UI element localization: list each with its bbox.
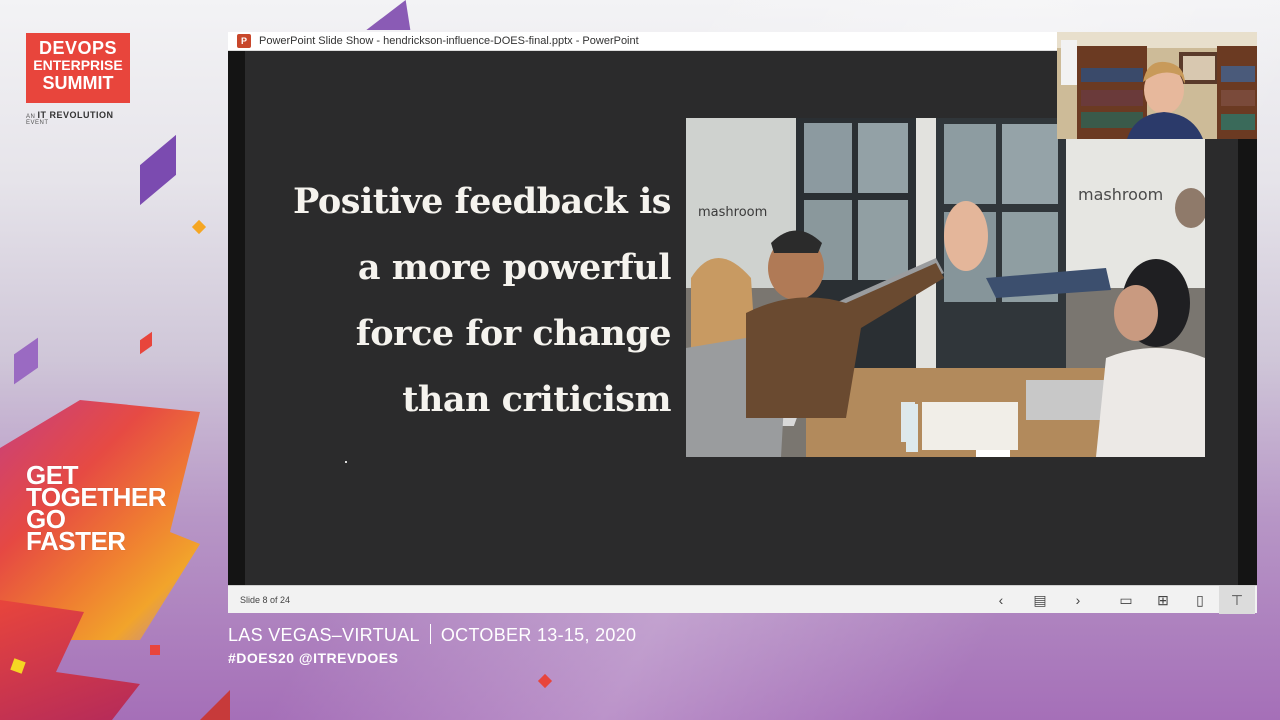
- divider: [429, 624, 431, 644]
- photo-sign-left: mashroom: [698, 205, 767, 220]
- speaker-webcam-feed: [1057, 32, 1257, 139]
- event-tagline: GET TOGETHER GO FASTER: [26, 462, 196, 556]
- event-hashtags: #DOES20 @ITREVDOES: [228, 650, 399, 666]
- quote-line: a more powerful: [357, 247, 672, 288]
- window-title: PowerPoint Slide Show - hendrickson-infl…: [259, 35, 639, 47]
- slide-counter: Slide 8 of 24: [240, 594, 291, 605]
- normal-view-button[interactable]: ▭: [1108, 586, 1144, 614]
- tagline-line: FASTER: [26, 526, 126, 556]
- reading-view-button[interactable]: ▯: [1182, 586, 1218, 614]
- devops-enterprise-summit-logo: DEVOPS ENTERPRISE SUMMIT: [26, 33, 130, 103]
- logo-line-2: ENTERPRISE: [33, 57, 123, 73]
- decorative-shard: [200, 690, 230, 720]
- next-slide-button[interactable]: ›: [1060, 586, 1096, 614]
- decorative-shard: [191, 219, 207, 235]
- chevron-right-icon: ›: [1075, 592, 1081, 608]
- mouse-cursor-dot: [345, 461, 347, 463]
- previous-slide-button[interactable]: ‹: [983, 586, 1019, 614]
- decorative-shard: [537, 673, 553, 689]
- chevron-left-icon: ‹: [998, 592, 1004, 608]
- slide-show-status-bar: Slide 8 of 24 ‹ ▤ › ▭ ⊞ ▯ ⊤: [228, 585, 1257, 614]
- photo-sign-right: mashroom: [1078, 185, 1163, 204]
- decorative-shard: [140, 331, 152, 355]
- quote-line: force for change: [355, 313, 672, 354]
- decorative-shard: [150, 645, 160, 655]
- decorative-shard: [14, 337, 38, 385]
- slide-photo-high-five: mashroom mashroom: [686, 118, 1205, 457]
- slide-quote: Positive feedback is a more powerful for…: [275, 169, 671, 433]
- logo-subline: AN IT REVOLUTION EVENT: [26, 110, 136, 126]
- high-five-photo-illustration: mashroom mashroom: [686, 118, 1205, 457]
- logo-sub-suffix: EVENT: [26, 120, 49, 126]
- slide-show-view-button[interactable]: ⊤: [1219, 586, 1255, 614]
- normal-view-icon: ▭: [1119, 591, 1133, 608]
- event-location: LAS VEGAS–VIRTUAL: [228, 625, 420, 645]
- projector-icon: ⊤: [1230, 591, 1244, 608]
- grid-icon: ⊞: [1157, 591, 1169, 608]
- it-revolution-brand: IT REVOLUTION: [37, 110, 114, 120]
- decorative-shard: [140, 134, 176, 206]
- quote-line: than criticism: [402, 379, 671, 420]
- book-icon: ▯: [1196, 591, 1204, 608]
- logo-line-1: DEVOPS: [38, 38, 118, 58]
- slides-icon: ▤: [1033, 591, 1047, 608]
- event-location-dates: LAS VEGAS–VIRTUAL OCTOBER 13-15, 2020: [228, 624, 636, 646]
- powerpoint-icon: P: [237, 34, 251, 48]
- logo-line-3: SUMMIT: [42, 73, 114, 93]
- webcam-video-illustration: [1057, 32, 1257, 139]
- slide-sorter-view-button[interactable]: ⊞: [1145, 586, 1181, 614]
- event-dates: OCTOBER 13-15, 2020: [440, 625, 637, 645]
- decorative-shard: [366, 0, 428, 30]
- slide-sorter-toggle-button[interactable]: ▤: [1022, 586, 1058, 614]
- quote-line: Positive feedback is: [293, 181, 671, 222]
